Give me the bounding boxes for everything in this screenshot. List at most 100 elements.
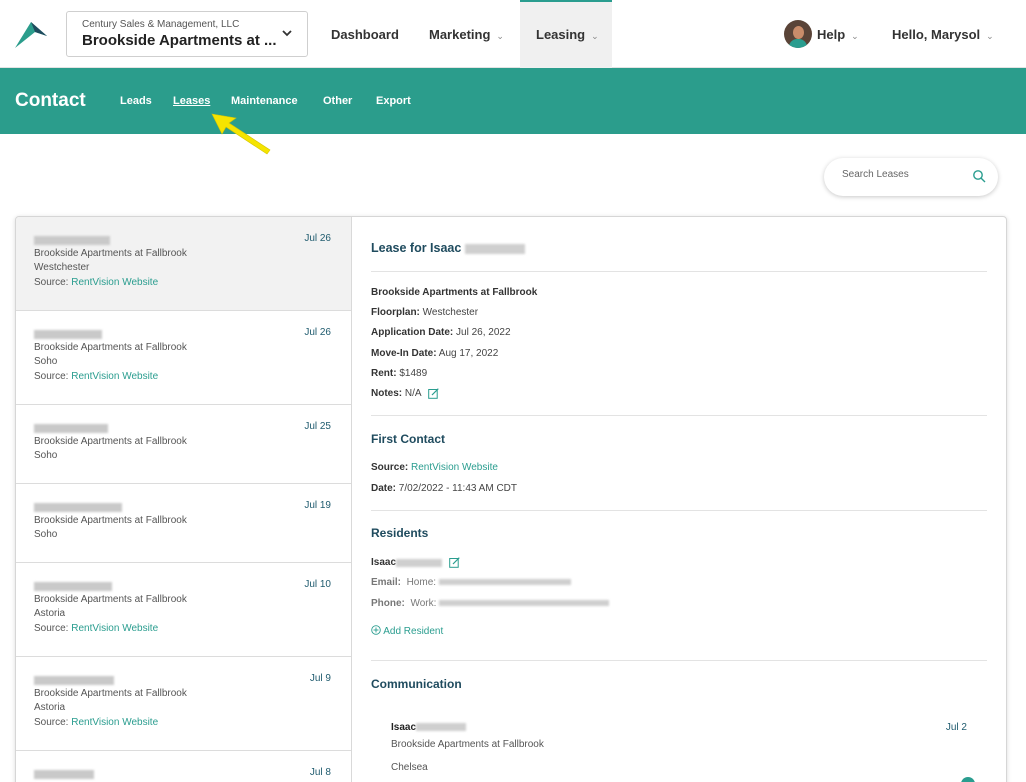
user-greeting: Hello, Marysol bbox=[892, 27, 981, 42]
app-logo-icon[interactable] bbox=[15, 22, 47, 48]
lease-title-text: Lease for Isaac bbox=[371, 241, 462, 255]
avatar[interactable] bbox=[784, 20, 812, 48]
date-value: 7/02/2022 - 11:43 AM CDT bbox=[398, 483, 518, 494]
detail-movein-date: Move-In Date: Aug 17, 2022 bbox=[371, 348, 498, 359]
communication-date: Jul 2 bbox=[945, 722, 967, 733]
tab-export[interactable]: Export bbox=[376, 95, 411, 107]
detail-rent: Rent: $1489 bbox=[371, 368, 427, 379]
source-link[interactable]: RentVision Website bbox=[71, 371, 158, 382]
contact-subnav: Contact Leads Leases Maintenance Other E… bbox=[0, 68, 1026, 134]
source-label: Source: bbox=[34, 371, 69, 382]
divider bbox=[371, 510, 987, 511]
lease-floorplan: Soho bbox=[34, 529, 58, 540]
list-item[interactable]: Jul 26 Brookside Apartments at Fallbrook… bbox=[16, 217, 351, 311]
blurred-name bbox=[34, 676, 114, 685]
detail-notes: Notes: N/A bbox=[371, 388, 439, 399]
list-item[interactable]: Jul 25 Brookside Apartments at Fallbrook… bbox=[16, 405, 351, 484]
help-button[interactable]: Help ⌄ bbox=[817, 27, 859, 42]
search-input[interactable] bbox=[842, 169, 962, 180]
lease-property: Brookside Apartments at Fallbrook bbox=[34, 342, 187, 353]
floorplan-value: Westchester bbox=[422, 307, 479, 318]
lease-source: Source: RentVision Website bbox=[34, 371, 158, 382]
leases-panel: Jul 26 Brookside Apartments at Fallbrook… bbox=[15, 216, 1007, 782]
edit-icon[interactable] bbox=[449, 557, 460, 568]
application-label: Application Date: bbox=[371, 327, 454, 338]
notes-label: Notes: bbox=[371, 388, 403, 400]
avatar-body bbox=[789, 39, 807, 48]
lease-date: Jul 8 bbox=[309, 767, 331, 778]
nav-dashboard[interactable]: Dashboard bbox=[331, 0, 399, 68]
lease-date: Jul 10 bbox=[304, 579, 331, 590]
rent-label: Rent: bbox=[371, 368, 397, 379]
tab-leases[interactable]: Leases bbox=[173, 95, 210, 107]
nav-leasing-label: Leasing bbox=[536, 27, 586, 42]
list-item[interactable]: Jul 19 Brookside Apartments at Fallbrook… bbox=[16, 484, 351, 563]
tab-maintenance[interactable]: Maintenance bbox=[231, 95, 298, 107]
nav-leasing[interactable]: Leasing ⌄ bbox=[520, 0, 612, 68]
first-contact-source: Source: RentVision Website bbox=[371, 462, 498, 473]
lease-source: Source: RentVision Website bbox=[34, 717, 158, 728]
blurred-name bbox=[416, 723, 467, 732]
add-resident-button[interactable]: Add Resident bbox=[371, 625, 443, 637]
divider bbox=[371, 271, 987, 272]
lease-date: Jul 9 bbox=[309, 673, 331, 684]
email-type: Home: bbox=[406, 577, 437, 588]
blurred-name bbox=[34, 582, 112, 591]
movein-label: Move-In Date: bbox=[371, 348, 437, 359]
application-value: Jul 26, 2022 bbox=[456, 327, 511, 338]
status-indicator-icon[interactable] bbox=[961, 777, 975, 782]
lease-date: Jul 19 bbox=[304, 500, 331, 511]
divider bbox=[371, 415, 987, 416]
chevron-down-icon: ⌄ bbox=[496, 31, 504, 41]
list-item[interactable]: Jul 10 Brookside Apartments at Fallbrook… bbox=[16, 563, 351, 657]
communication-floorplan: Chelsea bbox=[391, 762, 428, 773]
rent-value: $1489 bbox=[399, 368, 428, 379]
blurred-phone bbox=[439, 600, 610, 607]
nav-marketing[interactable]: Marketing ⌄ bbox=[429, 0, 504, 68]
lease-list: Jul 26 Brookside Apartments at Fallbrook… bbox=[16, 217, 352, 782]
resident-first-name: Isaac bbox=[371, 557, 397, 569]
first-contact-heading: First Contact bbox=[371, 432, 446, 446]
user-menu[interactable]: Hello, Marysol ⌄ bbox=[892, 0, 994, 68]
lease-property: Brookside Apartments at Fallbrook bbox=[34, 688, 187, 699]
property-name: Brookside Apartments at Fallbrook bbox=[371, 287, 538, 298]
source-label: Source: bbox=[34, 277, 69, 288]
email-label: Email: bbox=[371, 577, 402, 588]
communication-heading: Communication bbox=[371, 677, 462, 691]
source-link[interactable]: RentVision Website bbox=[71, 717, 158, 728]
source-link[interactable]: RentVision Website bbox=[71, 623, 158, 634]
property-selector[interactable]: Century Sales & Management, LLC Brooksid… bbox=[66, 11, 308, 57]
lease-title: Lease for Isaac bbox=[371, 241, 525, 255]
list-item[interactable]: Jul 26 Brookside Apartments at Fallbrook… bbox=[16, 311, 351, 405]
phone-type: Work: bbox=[410, 598, 437, 609]
residents-heading: Residents bbox=[371, 526, 429, 540]
source-link[interactable]: RentVision Website bbox=[411, 462, 498, 473]
blurred-name bbox=[34, 330, 102, 339]
plus-circle-icon bbox=[371, 625, 381, 635]
lease-floorplan: Astoria bbox=[34, 702, 66, 713]
lease-property: Brookside Apartments at Fallbrook bbox=[34, 248, 187, 259]
nav-marketing-label: Marketing bbox=[429, 27, 491, 42]
chevron-down-icon bbox=[282, 30, 292, 37]
search-leases[interactable] bbox=[824, 158, 998, 196]
blurred-name bbox=[34, 236, 110, 245]
detail-floorplan: Floorplan: Westchester bbox=[371, 307, 478, 318]
lease-date: Jul 26 bbox=[304, 233, 331, 244]
blurred-name bbox=[464, 243, 525, 254]
lease-source: Source: RentVision Website bbox=[34, 277, 158, 288]
source-link[interactable]: RentVision Website bbox=[71, 277, 158, 288]
resident-phone: Phone: Work: bbox=[371, 598, 610, 609]
date-label: Date: bbox=[371, 483, 397, 494]
movein-value: Aug 17, 2022 bbox=[438, 348, 499, 359]
source-label: Source: bbox=[34, 623, 69, 634]
search-icon[interactable] bbox=[972, 169, 986, 183]
lease-date: Jul 25 bbox=[304, 421, 331, 432]
edit-icon[interactable] bbox=[428, 388, 439, 399]
phone-label: Phone: bbox=[371, 598, 405, 609]
sender-first-name: Isaac bbox=[391, 722, 417, 733]
list-item[interactable]: Jul 8 bbox=[16, 751, 351, 782]
lease-property: Brookside Apartments at Fallbrook bbox=[34, 436, 187, 447]
list-item[interactable]: Jul 9 Brookside Apartments at Fallbrook … bbox=[16, 657, 351, 751]
tab-leads[interactable]: Leads bbox=[120, 95, 152, 107]
tab-other[interactable]: Other bbox=[323, 95, 352, 107]
